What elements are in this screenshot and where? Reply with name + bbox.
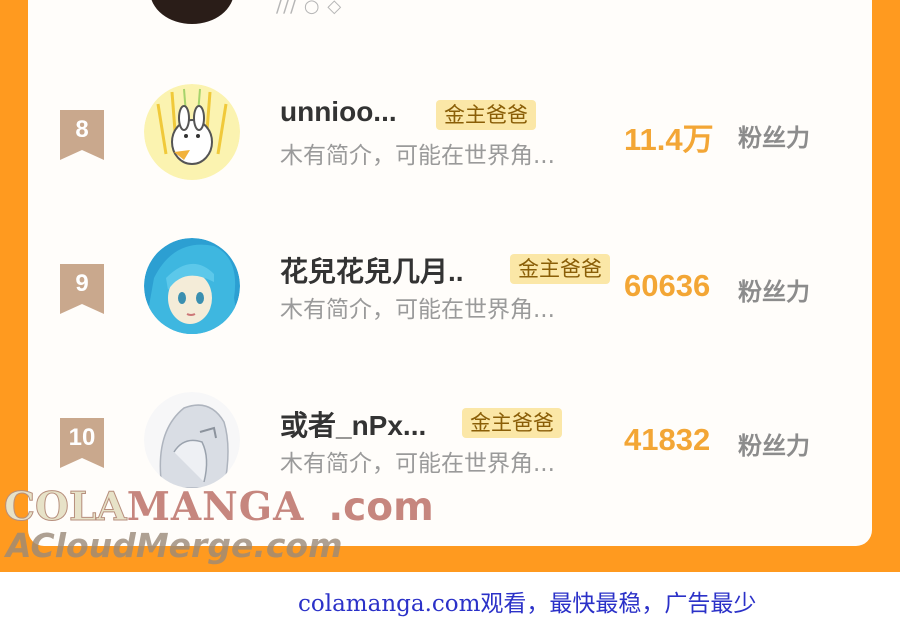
rank-badge: 10 (60, 418, 104, 468)
partial-action-icons: ∕∕∕ ○ ◇ (276, 0, 343, 17)
user-name[interactable]: unnioo... (280, 96, 397, 128)
user-bio: 木有简介，可能在世界角... (280, 297, 555, 323)
watermark-acloudmerge: ACloudMerge.com (6, 526, 343, 565)
user-name[interactable]: 或者_nPx... (280, 404, 426, 444)
fan-power-label: 粉丝力 (738, 432, 810, 460)
sketch-avatar-icon[interactable] (144, 392, 240, 488)
fan-power-count: 41832 (624, 422, 711, 457)
rank-badge: 8 (60, 110, 104, 160)
sponsor-badge: 金主爸爸 (510, 254, 610, 284)
list-item[interactable]: 8 unnioo... 金主爸爸 木有简介，可能在世界角... 11.4万 粉丝… (0, 84, 900, 204)
list-item[interactable]: 9 花兒花兒几月.. 金主爸爸 木有简介，可能在世界角... 60636 粉丝力 (0, 238, 900, 358)
user-bio: 木有简介，可能在世界角... (280, 143, 555, 169)
user-name[interactable]: 花兒花兒几月.. (280, 250, 464, 290)
user-bio: 木有简介，可能在世界角... (280, 451, 555, 477)
anime-girl-avatar-icon[interactable] (144, 238, 240, 334)
sponsor-badge: 金主爸爸 (436, 100, 536, 130)
fan-power-label: 粉丝力 (738, 278, 810, 306)
fan-power-label: 粉丝力 (738, 124, 810, 152)
fan-power-count: 11.4万 (624, 122, 714, 157)
watermark-colamanga: COLAMANGA .com (4, 484, 434, 531)
bunny-avatar-icon[interactable] (144, 84, 240, 180)
rank-badge: 9 (60, 264, 104, 314)
fan-power-count: 60636 (624, 268, 711, 303)
sponsor-badge: 金主爸爸 (462, 408, 562, 438)
footer-link[interactable]: colamanga.com观看，最快最稳，广告最少 (298, 584, 756, 618)
